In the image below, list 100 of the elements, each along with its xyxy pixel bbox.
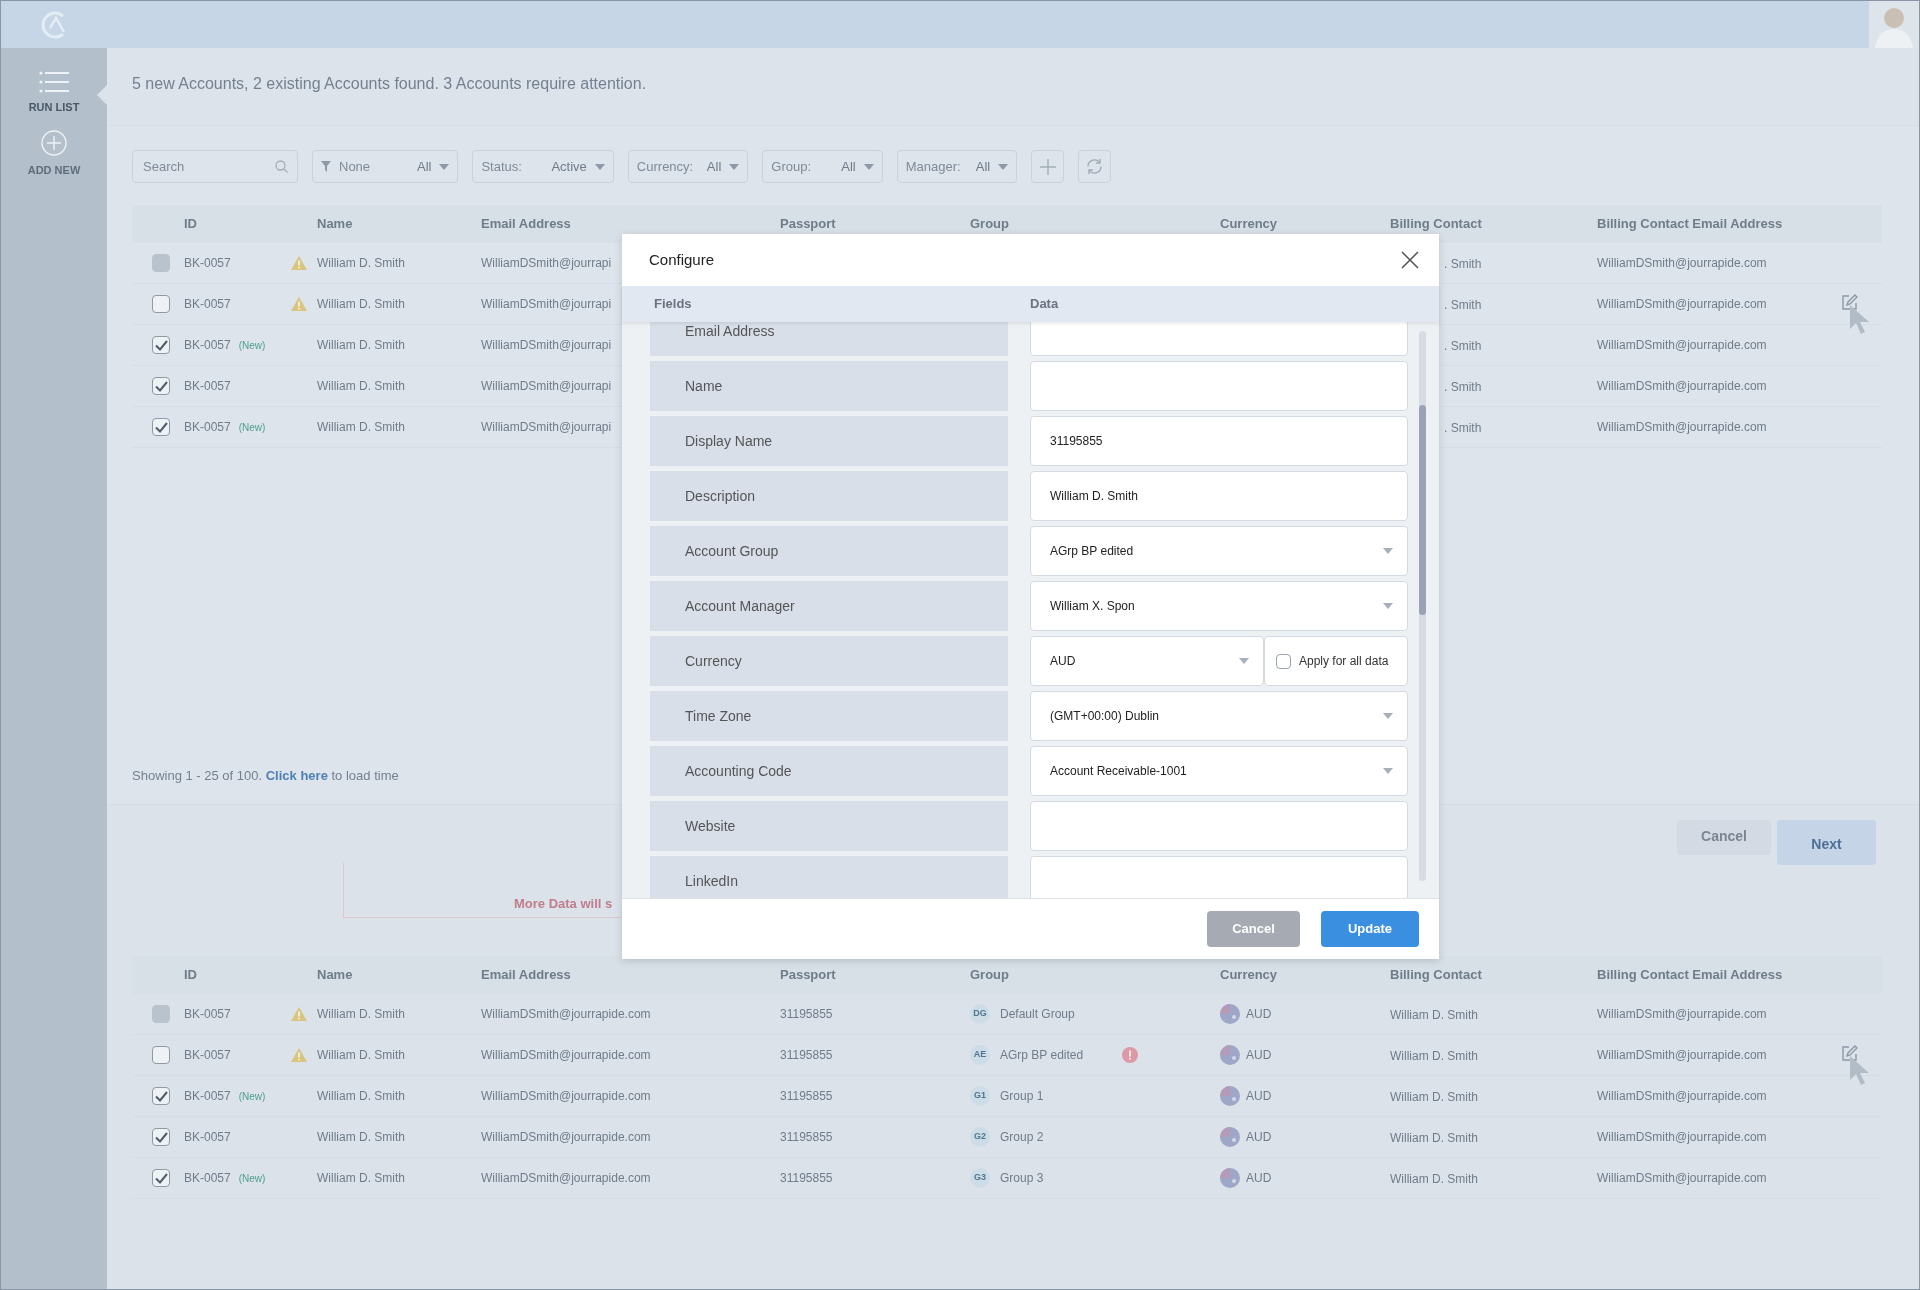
table-cell-text: Group 1 bbox=[1000, 1088, 1045, 1105]
cancel-button[interactable]: Cancel bbox=[1677, 820, 1771, 855]
field-label: Description bbox=[650, 471, 1008, 521]
add-button[interactable] bbox=[1031, 150, 1065, 183]
table-cell-text: 31195855 bbox=[780, 1088, 833, 1105]
column-header: Group bbox=[970, 215, 1009, 234]
warning-icon bbox=[291, 297, 307, 311]
search-icon bbox=[275, 160, 288, 173]
column-header: Billing Contact Email Address bbox=[1597, 966, 1783, 985]
table-cell-text: WilliamDSmith@jourrapi bbox=[481, 378, 612, 395]
table-cell-text: William D. Smith bbox=[317, 1170, 405, 1187]
notice-text: More Data will s bbox=[514, 896, 613, 911]
caret-icon bbox=[729, 163, 740, 170]
dropdown[interactable]: Account Receivable-1001 bbox=[1030, 746, 1408, 796]
edit-icon[interactable] bbox=[1841, 1045, 1858, 1062]
filter-dropdown[interactable]: None All bbox=[312, 150, 459, 183]
table-cell-text: WilliamDSmith@jourrapide.com bbox=[1597, 1006, 1767, 1023]
text-field[interactable]: 31195855 bbox=[1030, 416, 1408, 466]
text-field[interactable]: William D. Smith bbox=[1030, 471, 1408, 521]
table-cell: . Smith bbox=[1444, 257, 1482, 271]
table-cell-text: WilliamDSmith@jourrapide.com bbox=[1597, 1129, 1767, 1146]
dropdown[interactable]: AUD bbox=[1030, 636, 1264, 686]
new-tag: (New) bbox=[238, 1170, 266, 1186]
table-cell-text: BK-0057 bbox=[184, 1047, 231, 1064]
checkbox-label: Apply for all data bbox=[1299, 653, 1389, 670]
sidebar-item[interactable]: ADD NEW bbox=[1, 129, 107, 178]
table-cell-text: William D. Smith bbox=[317, 337, 405, 354]
table-cell: . Smith bbox=[1444, 298, 1482, 312]
table-cell-text: BK-0057 bbox=[184, 255, 231, 272]
table-cell-text: BK-0057 bbox=[184, 419, 231, 436]
pagination-text: Showing 1 - 25 of 100. Click here to load time bbox=[132, 767, 399, 786]
next-button[interactable]: Next bbox=[1777, 820, 1876, 865]
checkbox[interactable] bbox=[1276, 653, 1291, 669]
column-header: Currency bbox=[1220, 215, 1278, 234]
text-field[interactable] bbox=[1030, 856, 1408, 898]
caret-icon bbox=[594, 163, 605, 170]
table-cell-text: WilliamDSmith@jourrapide.com bbox=[481, 1170, 651, 1187]
column-header: Group bbox=[970, 966, 1009, 985]
column-header: Billing Contact bbox=[1390, 215, 1482, 234]
field-label: Display Name bbox=[650, 416, 1008, 466]
search-field[interactable]: Search bbox=[132, 150, 298, 183]
checkbox[interactable] bbox=[152, 1169, 170, 1187]
checkbox[interactable] bbox=[152, 295, 170, 313]
checkbox[interactable] bbox=[152, 418, 170, 436]
caret-icon bbox=[1383, 603, 1393, 609]
filter-dropdown[interactable]: Group: All bbox=[762, 150, 883, 183]
table-cell-text: BK-0057 bbox=[184, 337, 231, 354]
table-cell-text: AUD bbox=[1246, 1047, 1272, 1064]
dropdown[interactable]: (GMT+00:00) Dublin bbox=[1030, 691, 1408, 741]
text-field[interactable] bbox=[1030, 801, 1408, 851]
close-icon[interactable] bbox=[1401, 251, 1419, 269]
avatar-icon[interactable] bbox=[1869, 1, 1919, 48]
filter-dropdown[interactable]: Manager: All bbox=[896, 150, 1018, 183]
table-cell-text: AUD bbox=[1246, 1006, 1272, 1023]
cursor-icon bbox=[1849, 304, 1871, 336]
column-header: Data bbox=[1030, 295, 1059, 314]
list-icon bbox=[39, 71, 69, 93]
table-cell-text: BK-0057 bbox=[184, 1129, 231, 1146]
table-cell-text: 31195855 bbox=[780, 1006, 833, 1023]
checkbox[interactable] bbox=[152, 1046, 170, 1064]
new-tag: (New) bbox=[238, 1088, 266, 1104]
scrollbar-thumb[interactable] bbox=[1419, 405, 1426, 615]
table-cell-text: WilliamDSmith@jourrapide.com bbox=[481, 1129, 651, 1146]
field-label: Account Group bbox=[650, 526, 1008, 576]
table-cell-text: AUD bbox=[1246, 1129, 1272, 1146]
checkbox[interactable] bbox=[152, 1128, 170, 1146]
dropdown[interactable]: AGrp BP edited bbox=[1030, 526, 1408, 576]
field-label: LinkedIn bbox=[650, 856, 1008, 898]
checkbox[interactable] bbox=[152, 377, 170, 395]
column-header: Name bbox=[317, 966, 353, 985]
column-header: Billing Contact Email Address bbox=[1597, 215, 1783, 234]
update-button[interactable]: Update bbox=[1321, 911, 1419, 947]
dialog-title: Configure bbox=[649, 249, 715, 270]
text-field[interactable] bbox=[1030, 361, 1408, 411]
field-label: Accounting Code bbox=[650, 746, 1008, 796]
table-cell-text: AUD bbox=[1246, 1170, 1272, 1187]
edit-icon[interactable] bbox=[1841, 294, 1858, 311]
summary-message: 5 new Accounts, 2 existing Accounts found. 3 Accounts require attention. bbox=[132, 73, 647, 94]
refresh-button[interactable] bbox=[1078, 150, 1112, 183]
table-cell-text: WilliamDSmith@jourrapide.com bbox=[1597, 1170, 1767, 1187]
filter-dropdown[interactable]: Currency: All bbox=[627, 150, 749, 183]
field-label: Website bbox=[650, 801, 1008, 851]
table-cell-text: WilliamDSmith@jourrapide.com bbox=[1597, 296, 1767, 313]
add-icon bbox=[41, 129, 67, 156]
filter-dropdown[interactable]: Status: Active bbox=[472, 150, 614, 183]
refresh-icon bbox=[1086, 158, 1104, 175]
checkbox[interactable] bbox=[152, 336, 170, 354]
table-cell: William D. Smith bbox=[1390, 1090, 1478, 1104]
dropdown[interactable]: William X. Spon bbox=[1030, 581, 1408, 631]
table-cell-text: WilliamDSmith@jourrapide.com bbox=[1597, 1047, 1767, 1064]
table-cell-text: William D. Smith bbox=[317, 1047, 405, 1064]
column-header: Email Address bbox=[481, 215, 571, 234]
table-cell-text: 31195855 bbox=[780, 1170, 833, 1187]
table-cell-text: Group 3 bbox=[1000, 1170, 1045, 1187]
cancel-button[interactable]: Cancel bbox=[1207, 911, 1300, 947]
checkbox[interactable] bbox=[152, 1087, 170, 1105]
caret-icon bbox=[1383, 713, 1393, 719]
table-cell-text: WilliamDSmith@jourrapide.com bbox=[1597, 419, 1767, 436]
load-link[interactable]: Click here bbox=[265, 768, 328, 784]
caret-icon bbox=[1383, 768, 1393, 774]
